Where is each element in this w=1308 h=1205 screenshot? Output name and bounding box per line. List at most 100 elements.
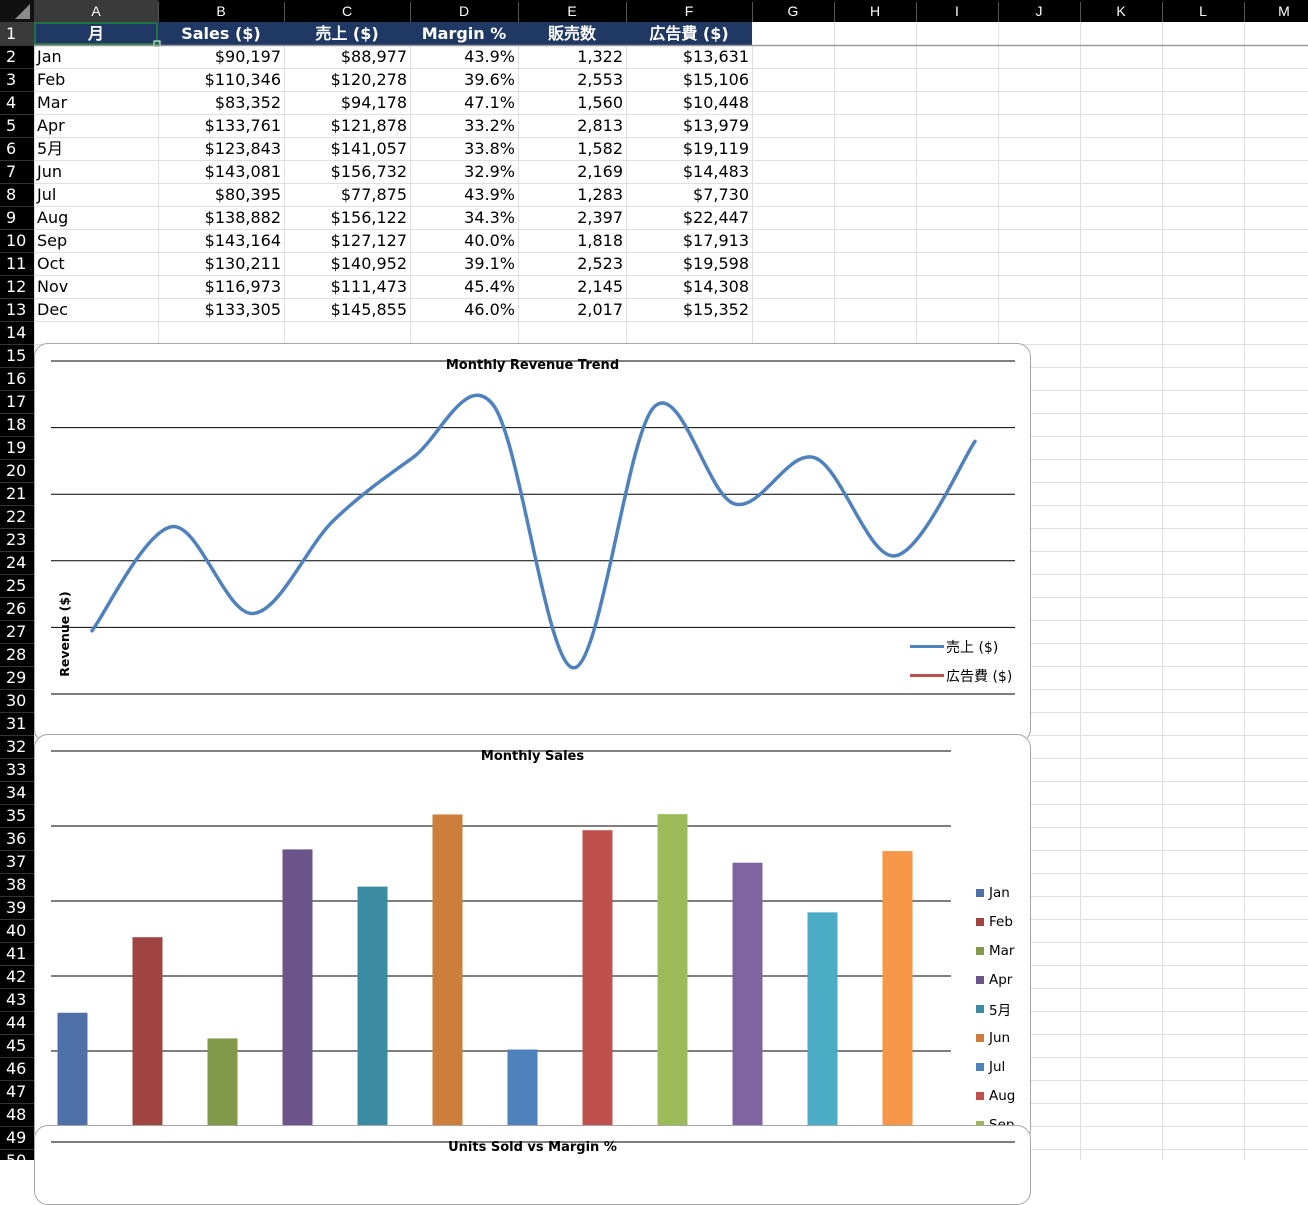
- table-cell[interactable]: $133,305: [205, 300, 281, 319]
- table-cell[interactable]: 39.1%: [464, 254, 515, 273]
- bar-Nov[interactable]: [807, 912, 838, 1144]
- table-cell[interactable]: Nov: [37, 277, 68, 296]
- row-header-30[interactable]: 30: [6, 691, 26, 710]
- row-header-9[interactable]: 9: [6, 208, 16, 227]
- row-header-39[interactable]: 39: [6, 898, 26, 917]
- row-header-36[interactable]: 36: [6, 829, 26, 848]
- column-header-J[interactable]: J: [1036, 3, 1043, 19]
- table-cell[interactable]: $121,878: [331, 116, 407, 135]
- table-cell[interactable]: $83,352: [215, 93, 281, 112]
- table-cell[interactable]: 33.2%: [464, 116, 515, 135]
- table-cell[interactable]: $141,057: [331, 139, 407, 158]
- table-cell[interactable]: 2,523: [577, 254, 623, 273]
- row-header-38[interactable]: 38: [6, 875, 26, 894]
- table-cell[interactable]: 1,582: [577, 139, 623, 158]
- table-cell[interactable]: $111,473: [331, 277, 407, 296]
- row-header-2[interactable]: 2: [6, 47, 16, 66]
- table-cell[interactable]: $13,631: [683, 47, 749, 66]
- row-header-20[interactable]: 20: [6, 461, 26, 480]
- table-cell[interactable]: 1,283: [577, 185, 623, 204]
- column-header-M[interactable]: M: [1278, 3, 1290, 19]
- row-header-18[interactable]: 18: [6, 415, 26, 434]
- row-header-19[interactable]: 19: [6, 438, 26, 457]
- row-header-33[interactable]: 33: [6, 760, 26, 779]
- row-header-11[interactable]: 11: [6, 254, 26, 273]
- scatter-chart-units-vs-margin[interactable]: Units Sold vs Margin %: [34, 1125, 1031, 1205]
- table-cell[interactable]: $156,122: [331, 208, 407, 227]
- table-cell[interactable]: $120,278: [331, 70, 407, 89]
- table-cell[interactable]: Jun: [36, 162, 62, 181]
- table-cell[interactable]: $15,352: [683, 300, 749, 319]
- row-header-1[interactable]: 1: [6, 24, 16, 43]
- row-header-29[interactable]: 29: [6, 668, 26, 687]
- table-cell[interactable]: Sep: [37, 231, 67, 250]
- row-header-16[interactable]: 16: [6, 369, 26, 388]
- table-cell[interactable]: 34.3%: [464, 208, 515, 227]
- row-header-23[interactable]: 23: [6, 530, 26, 549]
- table-cell[interactable]: $123,843: [205, 139, 281, 158]
- row-header-4[interactable]: 4: [6, 93, 16, 112]
- row-header-10[interactable]: 10: [6, 231, 26, 250]
- table-cell[interactable]: $156,732: [331, 162, 407, 181]
- table-cell[interactable]: 32.9%: [464, 162, 515, 181]
- table-cell[interactable]: $19,119: [683, 139, 749, 158]
- bar-Oct[interactable]: [732, 862, 763, 1144]
- row-header-24[interactable]: 24: [6, 553, 26, 572]
- column-header-E[interactable]: E: [567, 3, 576, 19]
- row-header-49[interactable]: 49: [6, 1128, 26, 1147]
- table-cell[interactable]: 47.1%: [464, 93, 515, 112]
- row-header-27[interactable]: 27: [6, 622, 26, 641]
- bar-chart-monthly-sales[interactable]: Monthly Sales JanFebMarApr5月JunJulAugSep: [34, 734, 1031, 1144]
- table-cell[interactable]: 43.9%: [464, 47, 515, 66]
- row-header-45[interactable]: 45: [6, 1036, 26, 1055]
- table-cell[interactable]: $110,346: [205, 70, 281, 89]
- bar-Aug[interactable]: [582, 830, 613, 1144]
- table-cell[interactable]: $88,977: [341, 47, 407, 66]
- table-cell[interactable]: 1,818: [577, 231, 623, 250]
- row-header-25[interactable]: 25: [6, 576, 26, 595]
- table-cell[interactable]: $14,483: [683, 162, 749, 181]
- table-cell[interactable]: $140,952: [331, 254, 407, 273]
- row-header-35[interactable]: 35: [6, 806, 26, 825]
- table-cell[interactable]: $19,598: [683, 254, 749, 273]
- table-cell[interactable]: 2,397: [577, 208, 623, 227]
- table-cell[interactable]: 1,560: [577, 93, 623, 112]
- column-header-L[interactable]: L: [1199, 3, 1207, 19]
- table-cell[interactable]: $143,081: [205, 162, 281, 181]
- table-cell[interactable]: $127,127: [331, 231, 407, 250]
- column-header-I[interactable]: I: [955, 3, 959, 19]
- column-header-K[interactable]: K: [1116, 3, 1126, 19]
- row-header-46[interactable]: 46: [6, 1059, 26, 1078]
- row-header-32[interactable]: 32: [6, 737, 26, 756]
- column-header-B[interactable]: B: [216, 3, 225, 19]
- row-header-34[interactable]: 34: [6, 783, 26, 802]
- table-cell[interactable]: Feb: [37, 70, 65, 89]
- column-header-C[interactable]: C: [342, 3, 352, 19]
- table-cell[interactable]: $15,106: [683, 70, 749, 89]
- table-cell[interactable]: 2,169: [577, 162, 623, 181]
- table-cell[interactable]: $80,395: [215, 185, 281, 204]
- table-cell[interactable]: $145,855: [331, 300, 407, 319]
- row-header-3[interactable]: 3: [6, 70, 16, 89]
- row-header-6[interactable]: 6: [6, 139, 16, 158]
- row-header-50[interactable]: 50: [6, 1151, 26, 1160]
- row-header-21[interactable]: 21: [6, 484, 26, 503]
- row-header-13[interactable]: 13: [6, 300, 26, 319]
- column-header-A[interactable]: A: [91, 3, 101, 19]
- row-header-43[interactable]: 43: [6, 990, 26, 1009]
- row-header-7[interactable]: 7: [6, 162, 16, 181]
- row-header-31[interactable]: 31: [6, 714, 26, 733]
- row-header-28[interactable]: 28: [6, 645, 26, 664]
- table-cell[interactable]: Jan: [36, 47, 62, 66]
- table-cell[interactable]: $10,448: [683, 93, 749, 112]
- row-header-44[interactable]: 44: [6, 1013, 26, 1032]
- row-header-26[interactable]: 26: [6, 599, 26, 618]
- row-header-22[interactable]: 22: [6, 507, 26, 526]
- bar-Apr[interactable]: [282, 849, 313, 1144]
- column-header-D[interactable]: D: [459, 3, 469, 19]
- table-cell[interactable]: Aug: [37, 208, 68, 227]
- row-header-37[interactable]: 37: [6, 852, 26, 871]
- table-cell[interactable]: 1,322: [577, 47, 623, 66]
- row-header-17[interactable]: 17: [6, 392, 26, 411]
- table-cell[interactable]: $17,913: [683, 231, 749, 250]
